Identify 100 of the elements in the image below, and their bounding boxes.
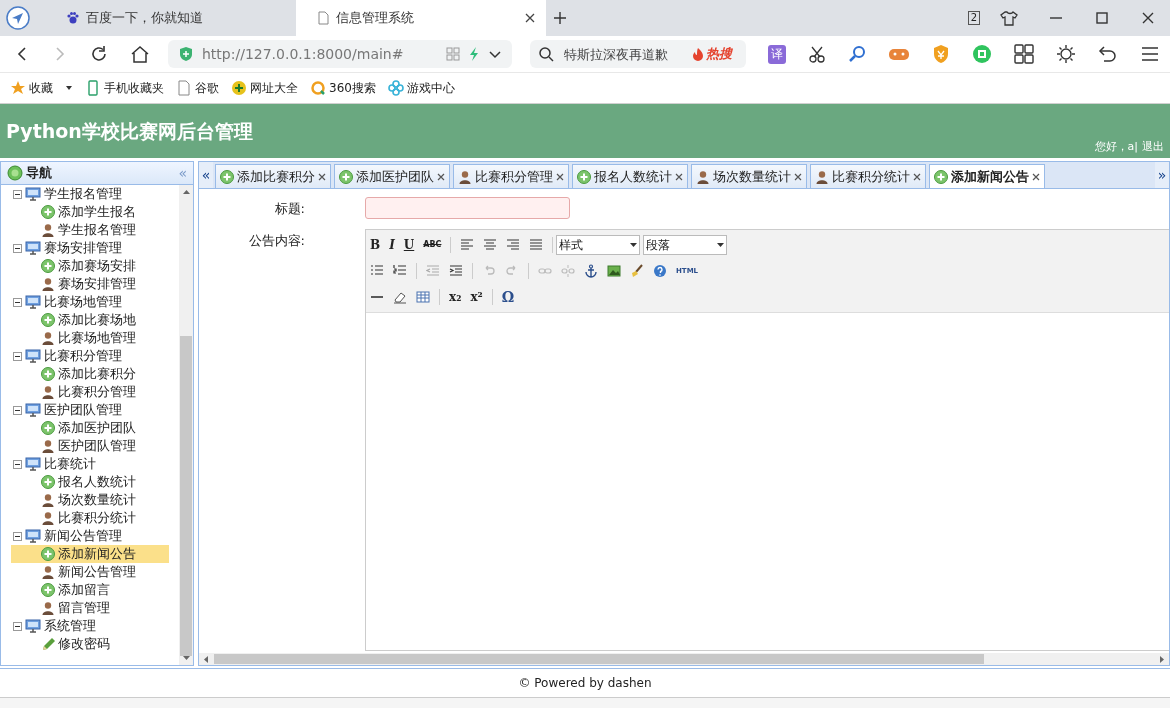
hot-search-link[interactable]: 热搜 xyxy=(691,45,732,63)
bold-button[interactable]: B xyxy=(370,238,381,252)
brush-icon[interactable] xyxy=(630,264,644,278)
tree-group[interactable]: 赛场安排管理 xyxy=(13,239,179,257)
tree-item[interactable]: 添加赛场安排 xyxy=(11,257,179,275)
tree-item[interactable]: 比赛积分管理 xyxy=(11,383,179,401)
underline-button[interactable]: U xyxy=(403,238,415,252)
table-icon[interactable] xyxy=(416,290,430,304)
tree-group[interactable]: 比赛场地管理 xyxy=(13,293,179,311)
align-right-icon[interactable] xyxy=(506,238,521,252)
tree-item[interactable]: 比赛积分统计 xyxy=(11,509,179,527)
paragraph-dropdown[interactable]: 段落 xyxy=(643,235,728,255)
scissors-icon[interactable] xyxy=(808,45,826,63)
indent-icon[interactable] xyxy=(449,264,463,278)
close-icon[interactable] xyxy=(437,172,445,181)
translate-button[interactable]: 译 xyxy=(768,44,786,64)
bookmark-link[interactable]: 谷歌 xyxy=(176,79,219,97)
close-icon[interactable] xyxy=(556,172,564,181)
italic-button[interactable]: I xyxy=(389,238,395,252)
bookmark-link[interactable]: 游戏中心 xyxy=(387,79,455,97)
tree-group[interactable]: 学生报名管理 xyxy=(13,185,179,203)
caret-icon[interactable] xyxy=(65,84,73,92)
collapse-toggle-icon[interactable] xyxy=(13,243,22,253)
scroll-up-icon[interactable] xyxy=(182,189,190,194)
tree-group[interactable]: 比赛积分管理 xyxy=(13,347,179,365)
tree-item[interactable]: 添加学生报名 xyxy=(11,203,179,221)
tree-group[interactable]: 新闻公告管理 xyxy=(13,527,179,545)
close-icon[interactable] xyxy=(1032,173,1040,181)
tree-group[interactable]: 系统管理 xyxy=(13,617,179,635)
collapse-toggle-icon[interactable] xyxy=(13,405,22,415)
tree-item[interactable]: 赛场安排管理 xyxy=(11,275,179,293)
menu-icon[interactable] xyxy=(1140,44,1160,64)
browser-logo-icon[interactable] xyxy=(6,6,30,30)
search-field[interactable]: 特斯拉深夜再道歉 热搜 xyxy=(529,40,746,68)
shirt-icon[interactable] xyxy=(1000,10,1018,26)
strike-button[interactable]: ABC xyxy=(423,238,442,252)
scroll-left-icon[interactable] xyxy=(203,655,208,663)
scroll-right-icon[interactable] xyxy=(1160,655,1165,663)
tree-item[interactable]: 留言管理 xyxy=(11,599,179,617)
tree-item[interactable]: 场次数量统计 xyxy=(11,491,179,509)
tree-item[interactable]: 添加比赛积分 xyxy=(11,365,179,383)
horizontal-scrollbar[interactable] xyxy=(199,653,1169,665)
browser-tab[interactable]: 百度一下，你就知道 xyxy=(46,0,296,36)
page-tab[interactable]: 场次数量统计 xyxy=(691,164,807,188)
eraser-icon[interactable] xyxy=(393,290,407,304)
image-icon[interactable] xyxy=(607,264,621,278)
tree-item[interactable]: 添加比赛场地 xyxy=(11,311,179,329)
collapse-toggle-icon[interactable] xyxy=(13,459,22,469)
special-character-button[interactable]: Ω xyxy=(501,290,515,304)
tree-item[interactable]: 添加医护团队 xyxy=(11,419,179,437)
tree-item[interactable]: 添加新闻公告 xyxy=(11,545,169,563)
page-tab[interactable]: 比赛积分统计 xyxy=(810,164,926,188)
tree-item[interactable]: 学生报名管理 xyxy=(11,221,179,239)
close-icon[interactable] xyxy=(1140,10,1156,26)
tree-group[interactable]: 医护团队管理 xyxy=(13,401,179,419)
close-icon[interactable] xyxy=(524,12,536,24)
help-icon[interactable] xyxy=(653,264,667,278)
sup-button[interactable]: x² xyxy=(470,290,483,304)
tree-item[interactable]: 修改密码 xyxy=(11,635,179,653)
collapse-toggle-icon[interactable] xyxy=(13,621,22,631)
close-icon[interactable] xyxy=(675,172,683,181)
style-dropdown[interactable]: 样式 xyxy=(556,235,641,255)
sub-button[interactable]: x₂ xyxy=(449,290,462,304)
maximize-icon[interactable] xyxy=(1094,10,1110,26)
undo-icon[interactable] xyxy=(1098,44,1118,64)
align-left-icon[interactable] xyxy=(460,238,475,252)
tree-group[interactable]: 比赛统计 xyxy=(13,455,179,473)
window-count-badge[interactable]: 2 xyxy=(967,11,980,25)
reload-icon[interactable] xyxy=(90,45,108,63)
tabs-prev-button[interactable]: « xyxy=(199,162,213,188)
numbered-list-icon[interactable] xyxy=(393,264,407,278)
tree-item[interactable]: 报名人数统计 xyxy=(11,473,179,491)
tree-item[interactable]: 添加留言 xyxy=(11,581,179,599)
scrollbar[interactable] xyxy=(179,185,193,665)
page-tab[interactable]: 报名人数统计 xyxy=(572,164,688,188)
bookmark-link[interactable]: 网址大全 xyxy=(231,79,298,97)
browser-tab[interactable]: 信息管理系统 xyxy=(296,0,546,36)
page-tab[interactable]: 添加新闻公告 xyxy=(929,164,1045,188)
collapse-toggle-icon[interactable] xyxy=(13,531,22,541)
page-tab[interactable]: 添加比赛积分 xyxy=(215,164,331,188)
collapse-toggle-icon[interactable] xyxy=(13,189,22,199)
anchor-icon[interactable] xyxy=(584,264,598,278)
bookmark-link[interactable]: 手机收藏夹 xyxy=(85,79,164,97)
sun-icon[interactable] xyxy=(1056,44,1076,64)
close-icon[interactable] xyxy=(794,172,802,181)
tree-item[interactable]: 比赛场地管理 xyxy=(11,329,179,347)
bookmark-link[interactable]: 收藏 xyxy=(10,79,53,97)
collapse-toggle-icon[interactable] xyxy=(13,351,22,361)
new-tab-icon[interactable] xyxy=(552,10,568,26)
bookmark-link[interactable]: 360搜索 xyxy=(310,79,376,97)
tree-item[interactable]: 新闻公告管理 xyxy=(11,563,179,581)
apps-grid-icon[interactable] xyxy=(1014,44,1034,64)
scroll-thumb[interactable] xyxy=(214,654,984,664)
address-field[interactable]: http://127.0.0.1:8000/main# xyxy=(168,40,512,68)
magnifier-icon[interactable] xyxy=(848,45,866,63)
title-field[interactable] xyxy=(365,197,570,219)
justify-icon[interactable] xyxy=(529,238,544,252)
close-icon[interactable] xyxy=(913,172,921,181)
tree-item[interactable]: 医护团队管理 xyxy=(11,437,179,455)
page-tab[interactable]: 添加医护团队 xyxy=(334,164,450,188)
